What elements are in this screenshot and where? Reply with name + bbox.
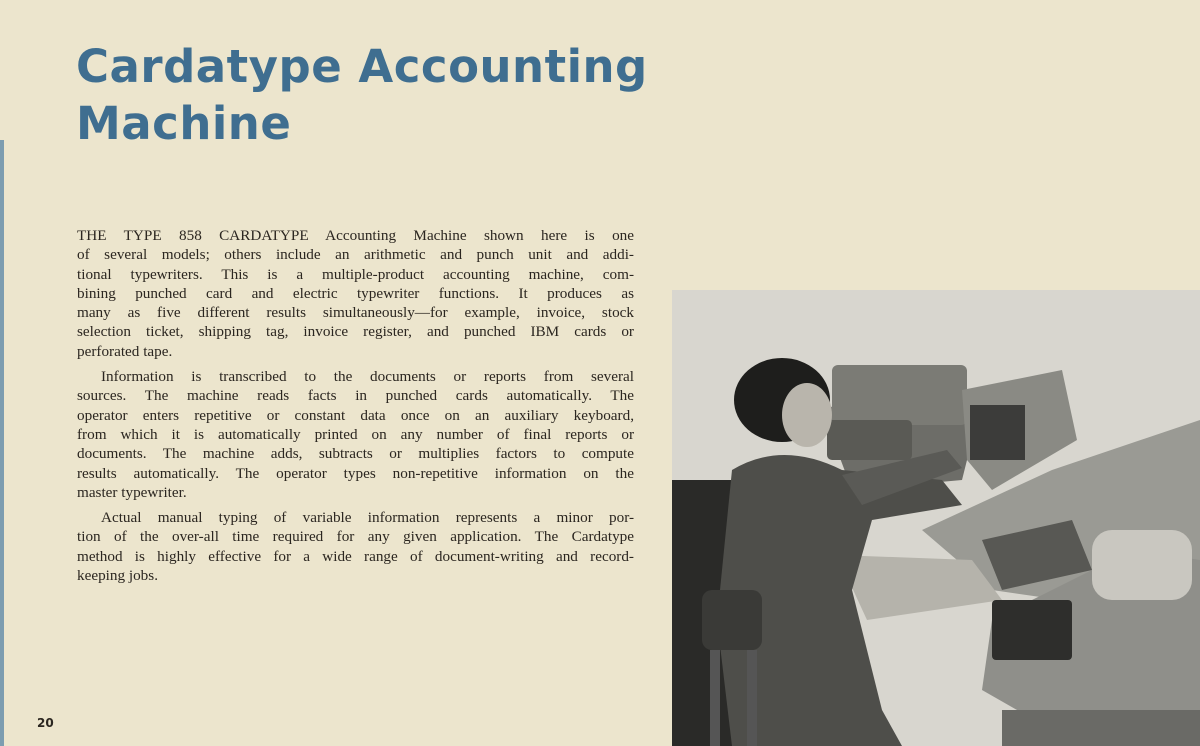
text-line: method is highly effective for a wide ra…: [77, 547, 634, 565]
text-line: tional typewriters. This is a multiple-p…: [77, 265, 634, 283]
text-line: operator enters repetitive or constant d…: [77, 406, 634, 424]
text-line: perforated tape.: [77, 342, 173, 360]
chair: [702, 590, 762, 650]
text-line: bining punched card and electric typewri…: [77, 284, 634, 302]
page-number: 20: [37, 716, 54, 730]
title-line-1: Cardatype Accounting: [76, 40, 648, 93]
paragraph-1: THE TYPE 858 CARDATYPE Accounting Machin…: [77, 226, 634, 361]
operator-photo: [672, 290, 1200, 746]
text-line: results automatically. The operator type…: [77, 464, 634, 482]
text-line: many as five different results simultane…: [77, 304, 634, 322]
body-text: THE TYPE 858 CARDATYPE Accounting Machin…: [77, 226, 634, 591]
text-line: Actual manual typing of variable informa…: [101, 509, 634, 527]
paragraph-3: Actual manual typing of variable informa…: [77, 508, 634, 585]
text-line: of several models; others include an ari…: [77, 246, 634, 264]
page-edge: [0, 140, 4, 746]
text-line: Information is transcribed to the docume…: [101, 368, 634, 386]
text-line: selection ticket, shipping tag, invoice …: [77, 323, 634, 341]
paragraph-2: Information is transcribed to the docume…: [77, 367, 634, 502]
title-line-2: Machine: [76, 97, 292, 150]
text-line: documents. The machine adds, subtracts o…: [77, 445, 634, 463]
text-line: keeping jobs.: [77, 567, 158, 585]
page-title: Cardatype Accounting Machine: [76, 38, 648, 152]
text-line: master typewriter.: [77, 483, 187, 501]
text-line: tion of the over-all time required for a…: [77, 528, 634, 546]
text-line: sources. The machine reads facts in punc…: [77, 387, 634, 405]
text-line: THE TYPE 858 CARDATYPE Accounting Machin…: [77, 227, 634, 244]
text-line: from which it is automatically printed o…: [77, 425, 634, 443]
